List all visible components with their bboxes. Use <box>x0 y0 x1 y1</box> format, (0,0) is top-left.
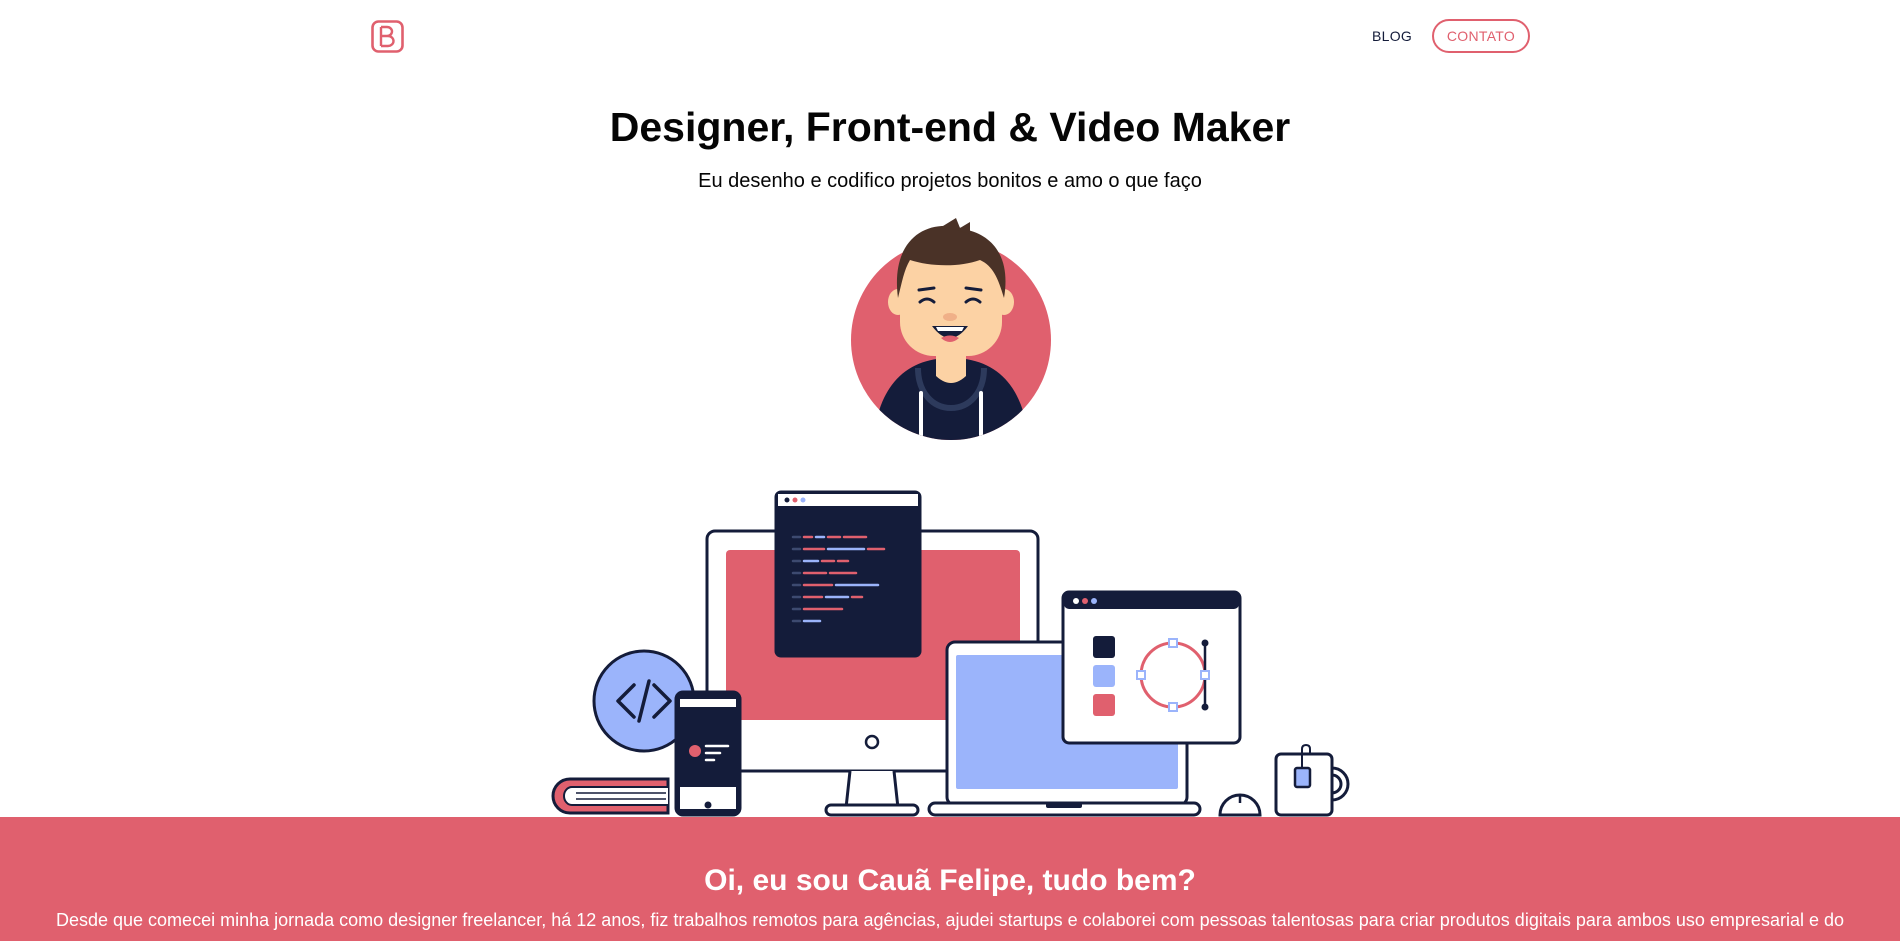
contact-button[interactable]: CONTATO <box>1432 19 1530 53</box>
brand-logo-icon[interactable] <box>371 20 404 53</box>
hero-subtitle: Eu desenho e codifico projetos bonitos e… <box>698 170 1202 192</box>
avatar-illustration <box>851 218 1051 440</box>
intro-title: Oi, eu sou Cauã Felipe, tudo bem? <box>704 864 1196 897</box>
intro-section: Oi, eu sou Cauã Felipe, tudo bem? Desde … <box>0 817 1900 941</box>
intro-text: Desde que comecei minha jornada como des… <box>55 910 1844 930</box>
devices-illustration <box>551 490 1350 817</box>
nav-link-blog[interactable]: BLOG <box>1372 28 1412 44</box>
hero-title: Designer, Front-end & Video Maker <box>609 104 1291 150</box>
site-header: BLOG CONTATO <box>0 0 1900 74</box>
